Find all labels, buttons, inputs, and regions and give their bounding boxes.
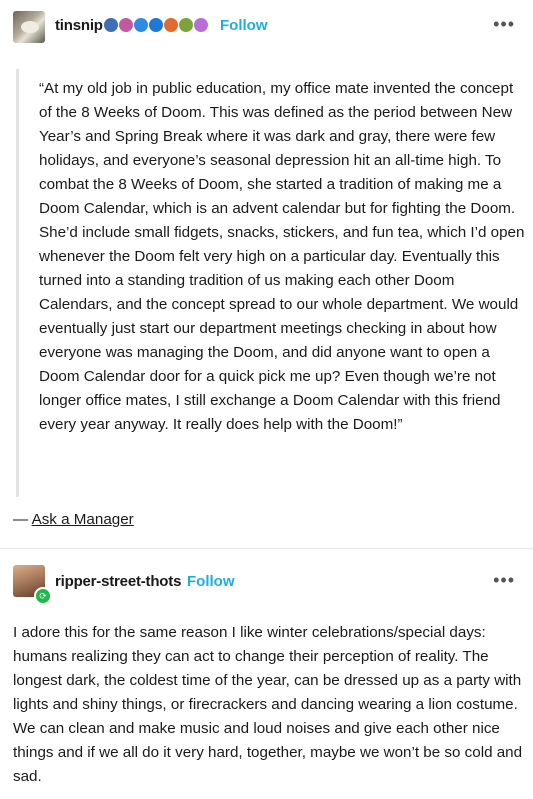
globe-badge-icon[interactable] xyxy=(104,18,118,32)
quote-text: “At my old job in public education, my o… xyxy=(39,80,525,433)
follow-button-tinsnip[interactable]: Follow xyxy=(220,17,268,34)
verified-badge-icon[interactable] xyxy=(134,18,148,32)
flower-badge-icon[interactable] xyxy=(119,18,133,32)
blockquote: “At my old job in public education, my o… xyxy=(16,69,528,497)
badge-row xyxy=(104,18,208,32)
reblog-icon: ⟳ xyxy=(34,587,52,605)
attribution-dash: — xyxy=(13,511,32,528)
verified-badge-icon[interactable] xyxy=(149,18,163,32)
more-options-icon[interactable]: ••• xyxy=(493,570,515,591)
post-header-tinsnip: tinsnip Follow ••• xyxy=(0,0,533,56)
attribution: — Ask a Manager xyxy=(13,511,134,528)
follow-button-ripper-street-thots[interactable]: Follow xyxy=(187,573,235,590)
leaf-badge-icon[interactable] xyxy=(179,18,193,32)
more-options-icon[interactable]: ••• xyxy=(493,14,515,35)
username-tinsnip[interactable]: tinsnip xyxy=(55,17,103,34)
swirl-badge-icon[interactable] xyxy=(194,18,208,32)
post-divider xyxy=(0,548,533,549)
avatar-tinsnip[interactable] xyxy=(13,11,45,43)
ask-a-manager-link[interactable]: Ask a Manager xyxy=(32,511,134,528)
flame-badge-icon[interactable] xyxy=(164,18,178,32)
reply-text: I adore this for the same reason I like … xyxy=(13,624,523,785)
username-ripper-street-thots[interactable]: ripper-street-thots xyxy=(55,573,181,590)
